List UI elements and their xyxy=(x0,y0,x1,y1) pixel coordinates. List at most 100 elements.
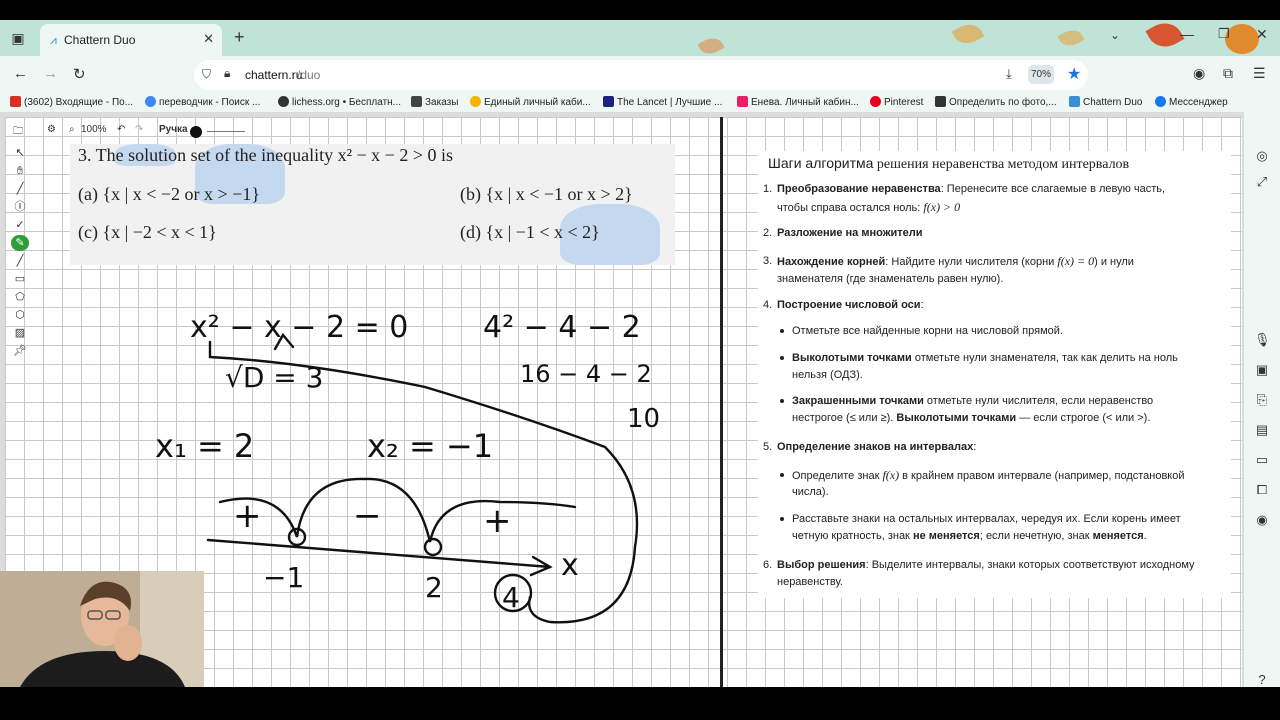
screen: ▣ ⩘ Chattern Duo ✕ + ⌄ — ❐ ✕ ← → ↻ ⛉ 🔒︎ … xyxy=(0,0,1280,720)
bookmark-item[interactable]: Единый личный каби... xyxy=(470,96,591,108)
hw-check3: 10 xyxy=(627,404,660,434)
step-4-title: Построение числовой оси xyxy=(777,299,921,311)
step-1-text: : Перенесите все слагаемые в левую часть… xyxy=(940,183,1166,195)
chattern-favicon-icon xyxy=(1069,96,1080,107)
bookmark-label: Определить по фото,... xyxy=(949,97,1057,108)
algorithm-notes: Шаги алгоритма решения неравенства метод… xyxy=(758,151,1231,598)
extensions-icon[interactable]: ⧉ xyxy=(1223,65,1233,82)
chattern-favicon-icon: ⩘ xyxy=(50,33,57,47)
hw-sign-arcs xyxy=(218,477,577,543)
bookmark-label: Мессенджер xyxy=(1169,97,1228,108)
lichess-icon xyxy=(278,96,289,107)
chat-icon[interactable]: ▭ xyxy=(1254,452,1270,468)
bookmark-item[interactable]: (3602) Входящие - По... xyxy=(10,96,133,108)
bookmark-item[interactable]: Chattern Duo xyxy=(1069,96,1142,108)
step-3: Нахождение корней: Найдите нули числител… xyxy=(777,253,1134,271)
tab-overview-icon[interactable]: ▣ xyxy=(8,28,28,48)
tab-close-icon[interactable]: ✕ xyxy=(203,31,214,47)
bullet-3-text2: нестрогое (≤ или ≥). xyxy=(792,412,897,424)
step-5-title: Определение знаков на интервалах xyxy=(777,441,974,453)
hw-number-line xyxy=(206,538,552,569)
step-5-bullet-2: Расставьте знаки на остальных интервалах… xyxy=(792,513,1181,525)
lock-icon[interactable]: 🔒︎ xyxy=(224,66,230,81)
google-icon xyxy=(145,96,156,107)
hw-sign-plus1: + xyxy=(233,496,262,536)
url-path: /duo xyxy=(297,68,321,82)
hw-root2: x₂ = −1 xyxy=(367,427,493,465)
profile-icon[interactable]: ◎ xyxy=(1254,148,1270,164)
hw-sign-plus2: + xyxy=(483,501,512,541)
step-6-line2: неравенству. xyxy=(777,576,843,588)
bullet-5-text3: ; если нечетную, знак xyxy=(979,530,1093,542)
mic-off-icon[interactable]: 🎙︎ xyxy=(1254,332,1271,348)
hw-root1: x₁ = 2 xyxy=(155,427,254,465)
bullet-3-bold2: Выколотыми точками xyxy=(896,412,1017,424)
bullet xyxy=(780,356,784,360)
notes-title-main: Шаги алгоритма xyxy=(768,155,874,171)
bullet-5-text4: . xyxy=(1143,530,1147,542)
bullet-5-bold2: меняется xyxy=(1092,530,1144,542)
url-host: chattern.ru xyxy=(245,68,303,82)
bookmark-label: Заказы xyxy=(425,97,459,108)
address-bar[interactable]: ⛉ 🔒︎ chattern.ru /duo ⤓ 70% ★ xyxy=(194,60,1088,90)
tab-title: Chattern Duo xyxy=(64,33,136,47)
bookmark-label: Pinterest xyxy=(884,97,924,108)
bookmark-star-icon[interactable]: ★ xyxy=(1067,64,1081,84)
restore-icon[interactable]: ❐ xyxy=(1218,26,1230,42)
bookmark-label: Енева. Личный кабин... xyxy=(751,97,859,108)
autumn-leaf-decoration xyxy=(1057,25,1085,51)
account-icon[interactable]: ◉ xyxy=(1193,65,1205,82)
bullet xyxy=(780,399,784,403)
help-icon[interactable]: ? xyxy=(1254,672,1270,687)
download-icon[interactable]: ⤓ xyxy=(1006,66,1012,82)
step-3-text2: ) и нули xyxy=(1094,256,1134,268)
step-1: Преобразование неравенства: Перенесите в… xyxy=(777,181,1165,198)
cabinet-icon xyxy=(470,96,481,107)
shield-icon[interactable]: ⛉ xyxy=(202,67,211,82)
board-divider xyxy=(720,117,723,687)
bullet xyxy=(780,517,784,521)
book-icon[interactable]: ▤ xyxy=(1254,422,1270,438)
window-close-icon[interactable]: ✕ xyxy=(1256,26,1268,43)
chevron-down-icon[interactable]: ⌄ xyxy=(1110,28,1120,42)
menu-icon[interactable]: ☰ xyxy=(1253,65,1266,82)
reload-icon[interactable]: ↻ xyxy=(73,65,86,83)
zoom-indicator[interactable]: 70% xyxy=(1028,65,1054,84)
step-4-bullet-3: Закрашенными точками отметьте нули числи… xyxy=(792,393,1153,410)
bookmark-item[interactable]: The Lancet | Лучшие ... xyxy=(603,96,722,108)
bookmark-item[interactable]: переводчик - Поиск ... xyxy=(145,96,260,108)
screen-share-icon[interactable]: ⧠ xyxy=(1254,482,1270,498)
step-6-title: Выбор решения xyxy=(777,559,866,571)
right-sidebar: ◎ ⤢ 🎙︎ ▣ ⎘ ▤ ▭ ⧠ ◉ ? xyxy=(1244,112,1280,687)
bullet-2-text: отметьте нули знаменателя, так как делит… xyxy=(911,352,1178,364)
autumn-leaf-decoration xyxy=(697,33,725,56)
bookmark-item[interactable]: Pinterest xyxy=(870,96,923,108)
bookmark-label: lichess.org • Бесплатн... xyxy=(292,97,402,108)
record-icon[interactable]: ◉ xyxy=(1254,512,1270,528)
step-3-formula: f(x) = 0 xyxy=(1057,254,1095,268)
forward-arrow-icon[interactable]: → xyxy=(43,65,58,82)
bookmark-item[interactable]: Мессенджер xyxy=(1155,96,1228,108)
step-4: Построение числовой оси: xyxy=(777,299,924,311)
bookmark-item[interactable]: Заказы xyxy=(411,96,458,108)
notes-title: Шаги алгоритма решения неравенства метод… xyxy=(768,155,1129,173)
step-6: Выбор решения: Выделите интервалы, знаки… xyxy=(777,557,1195,574)
minimize-icon[interactable]: — xyxy=(1180,26,1194,42)
bookmark-item[interactable]: Енева. Личный кабин... xyxy=(737,96,859,108)
step-4-bullet-2: Выколотыми точками отметьте нули знамена… xyxy=(792,350,1178,367)
expand-icon[interactable]: ⤢ xyxy=(1254,174,1270,190)
bookmark-label: (3602) Входящие - По... xyxy=(24,97,134,108)
tab-chattern-duo[interactable]: ⩘ Chattern Duo ✕ xyxy=(40,24,222,56)
bullet-3-bold: Закрашенными точками xyxy=(792,395,924,407)
hw-point1: −1 xyxy=(263,561,304,594)
bullet xyxy=(780,329,784,333)
step-number: 6. xyxy=(763,559,773,571)
step-4-bullet-2-line2: нельзя (ОДЗ). xyxy=(792,369,863,381)
back-arrow-icon[interactable]: ← xyxy=(13,65,28,82)
bookmark-item[interactable]: Определить по фото,... xyxy=(935,96,1057,108)
new-tab-icon[interactable]: + xyxy=(234,27,245,48)
bullet-5-text2: четную кратность, знак xyxy=(792,530,913,542)
bookmark-item[interactable]: lichess.org • Бесплатн... xyxy=(278,96,401,108)
file-upload-icon[interactable]: ⎘ xyxy=(1254,392,1270,408)
camera-icon[interactable]: ▣ xyxy=(1254,362,1270,378)
